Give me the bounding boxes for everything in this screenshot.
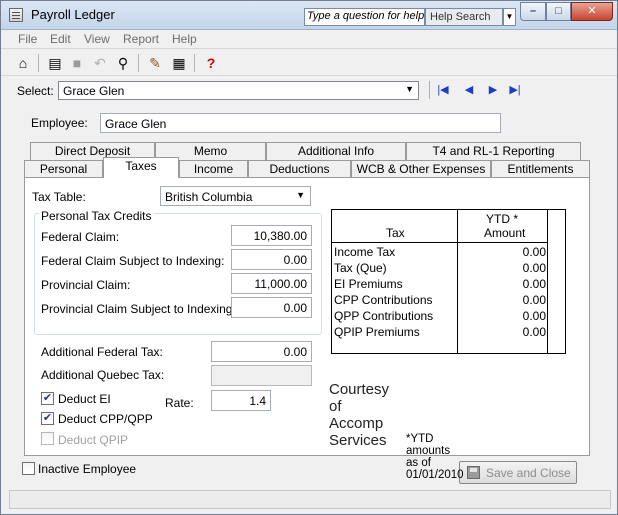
payroll-ledger-window: Payroll Ledger Type a question for help … bbox=[0, 0, 618, 515]
toolbar: ⌂ ▤ ■ ↶ ⚲ ✎ ▦ ? bbox=[1, 49, 617, 76]
maximize-button[interactable]: □ bbox=[546, 2, 571, 21]
tab-t4-rl1-reporting[interactable]: T4 and RL-1 Reporting bbox=[406, 142, 581, 160]
help-dropdown-icon[interactable]: ▼ bbox=[503, 8, 516, 26]
menu-file[interactable]: File bbox=[18, 32, 37, 46]
menu-help[interactable]: Help bbox=[172, 32, 197, 46]
menu-report[interactable]: Report bbox=[123, 32, 159, 46]
rate-label: Rate: bbox=[165, 396, 194, 410]
deduct-cpp-qpp-label: Deduct CPP/QPP bbox=[58, 412, 153, 426]
first-record-icon[interactable]: |◀ bbox=[435, 81, 451, 99]
tax-table-label: Tax Table: bbox=[32, 190, 86, 204]
ytd-row-tax: EI Premiums bbox=[334, 277, 403, 291]
chevron-down-icon: ▼ bbox=[405, 84, 414, 94]
last-record-icon[interactable]: ▶| bbox=[507, 81, 523, 99]
tab-taxes[interactable]: Taxes bbox=[103, 157, 179, 178]
additional-federal-tax-field[interactable]: 0.00 bbox=[211, 341, 312, 362]
inactive-employee-checkbox[interactable] bbox=[22, 462, 35, 475]
tax-table-value: British Columbia bbox=[165, 190, 253, 204]
additional-quebec-tax-field bbox=[211, 365, 312, 386]
edit-icon[interactable]: ✎ bbox=[145, 53, 165, 73]
employee-label: Employee: bbox=[31, 116, 88, 130]
ytd-header-amount-line1: YTD * bbox=[486, 212, 519, 226]
minimize-icon: – bbox=[529, 5, 537, 17]
help-search-button[interactable]: Help Search bbox=[425, 8, 503, 26]
inactive-employee-label: Inactive Employee bbox=[38, 462, 137, 476]
minimize-button[interactable]: – bbox=[520, 2, 546, 21]
tab-entitlements[interactable]: Entitlements bbox=[491, 160, 590, 178]
ytd-row-amount: 0.00 bbox=[522, 293, 546, 307]
menu-view[interactable]: View bbox=[84, 32, 110, 46]
home-icon[interactable]: ⌂ bbox=[13, 53, 33, 73]
maximize-icon: □ bbox=[555, 5, 562, 17]
employee-name-field[interactable]: Grace Glen bbox=[100, 113, 501, 133]
tab-wcb-other-expenses[interactable]: WCB & Other Expenses bbox=[351, 160, 491, 178]
ytd-row-amount: 0.00 bbox=[522, 261, 546, 275]
help-question-input[interactable]: Type a question for help bbox=[304, 8, 425, 26]
toolbar-separator bbox=[38, 54, 39, 72]
deduct-ei-checkbox[interactable]: ✔ bbox=[41, 392, 54, 405]
additional-quebec-tax-label: Additional Quebec Tax: bbox=[41, 368, 165, 382]
ytd-row-amount: 0.00 bbox=[522, 309, 546, 323]
personal-tax-credits-title: Personal Tax Credits bbox=[39, 209, 154, 223]
help-icon[interactable]: ? bbox=[201, 53, 221, 73]
status-bar bbox=[9, 490, 611, 509]
federal-claim-field[interactable]: 10,380.00 bbox=[231, 225, 312, 246]
provincial-indexing-label: Provincial Claim Subject to Indexing: bbox=[41, 302, 236, 316]
deduct-ei-label: Deduct EI bbox=[58, 392, 111, 406]
tab-deductions[interactable]: Deductions bbox=[248, 160, 351, 178]
save-and-close-button[interactable]: Save and Close bbox=[459, 461, 577, 484]
next-record-icon[interactable]: ▶ bbox=[485, 81, 501, 99]
chevron-down-icon: ▼ bbox=[296, 190, 305, 200]
ytd-row-tax: CPP Contributions bbox=[334, 293, 433, 307]
rate-field[interactable]: 1.4 bbox=[211, 390, 271, 411]
provincial-claim-field[interactable]: 11,000.00 bbox=[231, 273, 312, 294]
ytd-tax-table: Tax YTD * Amount Income Tax 0.00 Tax (Qu… bbox=[331, 209, 566, 354]
additional-federal-tax-label: Additional Federal Tax: bbox=[41, 345, 163, 359]
toolbar-separator bbox=[194, 54, 195, 72]
open-icon[interactable]: ▤ bbox=[45, 53, 65, 73]
ytd-row-amount: 0.00 bbox=[522, 325, 546, 339]
ytd-row-tax: QPP Contributions bbox=[334, 309, 434, 323]
deduct-qpip-checkbox bbox=[41, 432, 54, 445]
tab-additional-info[interactable]: Additional Info bbox=[266, 142, 406, 160]
undo-icon[interactable]: ↶ bbox=[90, 53, 110, 73]
tab-income[interactable]: Income bbox=[179, 160, 248, 178]
federal-indexing-label: Federal Claim Subject to Indexing: bbox=[41, 254, 225, 268]
previous-record-icon[interactable]: ◀ bbox=[461, 81, 477, 99]
window-title: Payroll Ledger bbox=[31, 7, 115, 22]
toolbar-separator bbox=[138, 54, 139, 72]
ytd-row-amount: 0.00 bbox=[522, 277, 546, 291]
ledger-app-icon bbox=[9, 8, 23, 22]
close-icon: ✕ bbox=[587, 5, 597, 17]
ytd-row-amount: 0.00 bbox=[522, 245, 546, 259]
provincial-claim-label: Provincial Claim: bbox=[41, 278, 131, 292]
view-icon[interactable]: ⚲ bbox=[113, 53, 133, 73]
ytd-header-tax: Tax bbox=[386, 226, 405, 240]
deduct-qpip-label: Deduct QPIP bbox=[58, 433, 129, 447]
ytd-row-tax: Tax (Que) bbox=[334, 261, 387, 275]
floppy-disk-icon bbox=[467, 466, 480, 479]
provincial-indexing-field[interactable]: 0.00 bbox=[231, 297, 312, 318]
save-and-close-label: Save and Close bbox=[486, 466, 571, 480]
federal-indexing-field[interactable]: 0.00 bbox=[231, 249, 312, 270]
deduct-cpp-qpp-checkbox[interactable]: ✔ bbox=[41, 412, 54, 425]
ytd-header-amount-line2: Amount bbox=[484, 226, 526, 240]
federal-claim-label: Federal Claim: bbox=[41, 230, 120, 244]
employee-select[interactable]: Grace Glen ▼ bbox=[58, 81, 419, 100]
tab-personal[interactable]: Personal bbox=[24, 160, 103, 178]
ytd-footnote: *YTD amounts as of 01/01/2010 bbox=[406, 433, 464, 481]
report-icon[interactable]: ▦ bbox=[169, 53, 189, 73]
save-icon[interactable]: ■ bbox=[67, 53, 87, 73]
title-bar: Payroll Ledger Type a question for help … bbox=[1, 1, 617, 30]
select-label: Select: bbox=[17, 84, 54, 98]
close-button[interactable]: ✕ bbox=[571, 2, 613, 21]
courtesy-text: Courtesy of Accomp Services bbox=[329, 381, 390, 449]
ytd-row-tax: QPIP Premiums bbox=[334, 325, 420, 339]
tax-table-select[interactable]: British Columbia ▼ bbox=[160, 186, 311, 206]
employee-select-value: Grace Glen bbox=[63, 84, 125, 98]
menu-edit[interactable]: Edit bbox=[50, 32, 71, 46]
menu-bar: File Edit View Report Help bbox=[1, 30, 617, 49]
nav-separator bbox=[429, 81, 430, 99]
ytd-row-tax: Income Tax bbox=[334, 245, 396, 259]
